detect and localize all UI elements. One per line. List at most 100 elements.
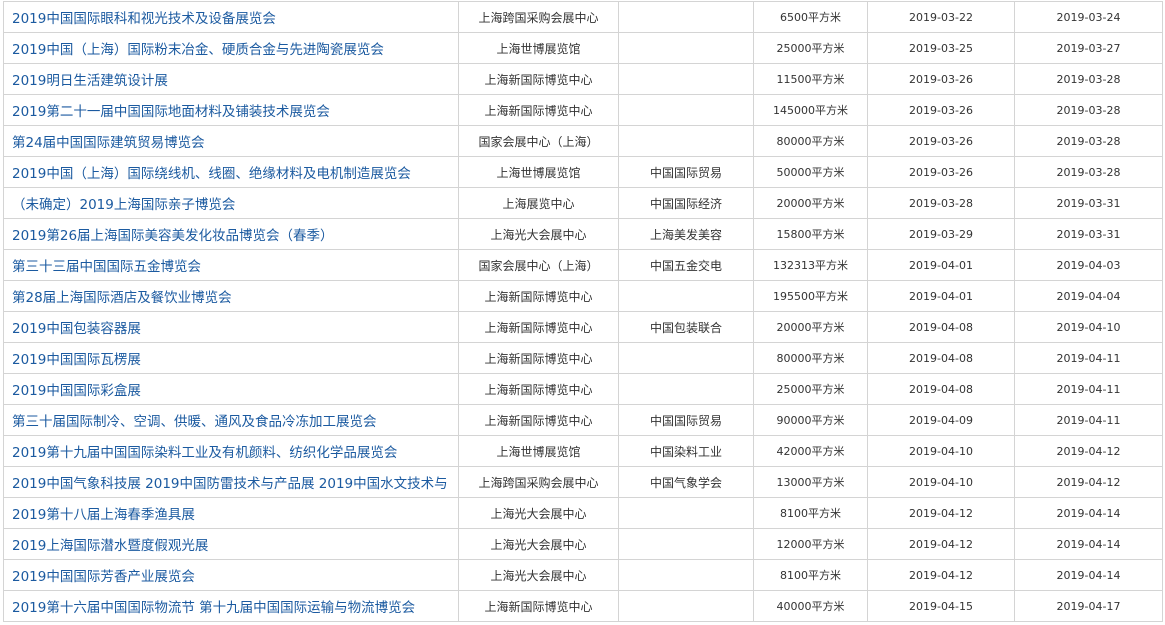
exhibition-name-link[interactable]: 第三十三届中国国际五金博览会 — [12, 259, 201, 275]
area-cell: 132313平方米 — [753, 249, 868, 281]
start-date-cell: 2019-03-26 — [867, 156, 1015, 188]
exhibition-name-link[interactable]: 2019中国国际彩盒展 — [12, 383, 141, 399]
exhibition-name-cell: （未确定）2019上海国际亲子博览会 — [3, 187, 459, 219]
exhibition-name-link[interactable]: 2019明日生活建筑设计展 — [12, 73, 168, 89]
exhibition-name-link[interactable]: 第24届中国国际建筑贸易博览会 — [12, 135, 205, 151]
organizer-cell: 中国国际贸易 — [618, 404, 754, 436]
start-date-cell: 2019-04-08 — [867, 342, 1015, 374]
venue-cell: 上海跨国采购会展中心 — [458, 1, 619, 33]
table-row: 2019第十九届中国国际染料工业及有机颜料、纺织化学品展览会 上海世博展览馆 中国染… — [3, 435, 1163, 467]
venue-cell: 上海新国际博览中心 — [458, 373, 619, 405]
organizer-cell: 中国包装联合 — [618, 311, 754, 343]
exhibition-name-link[interactable]: 2019第十八届上海春季渔具展 — [12, 507, 195, 523]
area-cell: 145000平方米 — [753, 94, 868, 126]
exhibition-name-link[interactable]: 2019中国（上海）国际粉末冶金、硬质合金与先进陶瓷展览会 — [12, 42, 384, 58]
area-cell: 80000平方米 — [753, 125, 868, 157]
table-row: 2019中国国际彩盒展 上海新国际博览中心 25000平方米 2019-04-08 20… — [3, 373, 1163, 405]
end-date-cell: 2019-03-28 — [1014, 63, 1163, 95]
exhibition-name-cell: 2019中国气象科技展 2019中国防雷技术与产品展 2019中国水文技术与 — [3, 466, 459, 498]
exhibition-name-link[interactable]: 第三十届国际制冷、空调、供暖、通风及食品冷冻加工展览会 — [12, 414, 377, 430]
organizer-cell — [618, 125, 754, 157]
end-date-cell: 2019-04-11 — [1014, 373, 1163, 405]
organizer-cell: 中国染料工业 — [618, 435, 754, 467]
venue-cell: 国家会展中心（上海） — [458, 125, 619, 157]
end-date-cell: 2019-04-14 — [1014, 559, 1163, 591]
table-row: 第28届上海国际酒店及餐饮业博览会 上海新国际博览中心 195500平方米 2019-… — [3, 280, 1163, 312]
area-cell: 90000平方米 — [753, 404, 868, 436]
venue-cell: 上海新国际博览中心 — [458, 342, 619, 374]
venue-cell: 上海新国际博览中心 — [458, 590, 619, 622]
end-date-cell: 2019-03-31 — [1014, 218, 1163, 250]
start-date-cell: 2019-04-01 — [867, 249, 1015, 281]
exhibition-name-link[interactable]: 2019中国国际瓦楞展 — [12, 352, 141, 368]
start-date-cell: 2019-04-08 — [867, 373, 1015, 405]
end-date-cell: 2019-04-11 — [1014, 342, 1163, 374]
exhibition-name-link[interactable]: 2019中国国际眼科和视光技术及设备展览会 — [12, 11, 276, 27]
end-date-cell: 2019-03-27 — [1014, 32, 1163, 64]
table-row: 2019第二十一届中国国际地面材料及铺装技术展览会 上海新国际博览中心 145000… — [3, 94, 1163, 126]
area-cell: 40000平方米 — [753, 590, 868, 622]
start-date-cell: 2019-04-15 — [867, 590, 1015, 622]
area-cell: 13000平方米 — [753, 466, 868, 498]
exhibition-name-link[interactable]: 2019第十六届中国国际物流节 第十九届中国国际运输与物流博览会 — [12, 600, 415, 616]
start-date-cell: 2019-03-26 — [867, 125, 1015, 157]
exhibition-name-link[interactable]: 第28届上海国际酒店及餐饮业博览会 — [12, 290, 232, 306]
exhibition-name-cell: 2019中国（上海）国际绕线机、线圈、绝缘材料及电机制造展览会 — [3, 156, 459, 188]
organizer-cell — [618, 373, 754, 405]
exhibition-name-link[interactable]: （未确定）2019上海国际亲子博览会 — [12, 197, 235, 213]
organizer-cell — [618, 342, 754, 374]
organizer-cell: 上海美发美容 — [618, 218, 754, 250]
exhibition-name-link[interactable]: 2019第二十一届中国国际地面材料及铺装技术展览会 — [12, 104, 330, 120]
end-date-cell: 2019-04-04 — [1014, 280, 1163, 312]
venue-cell: 上海光大会展中心 — [458, 559, 619, 591]
venue-cell: 上海新国际博览中心 — [458, 311, 619, 343]
venue-cell: 上海光大会展中心 — [458, 218, 619, 250]
table-row: 2019中国包装容器展 上海新国际博览中心 中国包装联合 20000平方米 2019-0… — [3, 311, 1163, 343]
organizer-cell — [618, 559, 754, 591]
organizer-cell — [618, 63, 754, 95]
exhibition-name-link[interactable]: 2019第26届上海国际美容美发化妆品博览会（春季） — [12, 228, 334, 244]
exhibition-name-link[interactable]: 2019第十九届中国国际染料工业及有机颜料、纺织化学品展览会 — [12, 445, 397, 461]
venue-cell: 上海世博展览馆 — [458, 156, 619, 188]
exhibition-name-cell: 2019第十八届上海春季渔具展 — [3, 497, 459, 529]
end-date-cell: 2019-04-03 — [1014, 249, 1163, 281]
end-date-cell: 2019-04-11 — [1014, 404, 1163, 436]
venue-cell: 国家会展中心（上海） — [458, 249, 619, 281]
venue-cell: 上海跨国采购会展中心 — [458, 466, 619, 498]
start-date-cell: 2019-03-22 — [867, 1, 1015, 33]
area-cell: 8100平方米 — [753, 559, 868, 591]
end-date-cell: 2019-03-31 — [1014, 187, 1163, 219]
end-date-cell: 2019-04-12 — [1014, 435, 1163, 467]
exhibition-name-link[interactable]: 2019中国气象科技展 2019中国防雷技术与产品展 2019中国水文技术与 — [12, 476, 448, 492]
start-date-cell: 2019-04-12 — [867, 497, 1015, 529]
end-date-cell: 2019-04-14 — [1014, 528, 1163, 560]
organizer-cell: 中国国际经济 — [618, 187, 754, 219]
organizer-cell — [618, 497, 754, 529]
table-row: 2019明日生活建筑设计展 上海新国际博览中心 11500平方米 2019-03-26… — [3, 63, 1163, 95]
exhibition-name-link[interactable]: 2019上海国际潜水暨度假观光展 — [12, 538, 208, 554]
end-date-cell: 2019-03-28 — [1014, 94, 1163, 126]
start-date-cell: 2019-03-26 — [867, 63, 1015, 95]
exhibition-name-cell: 2019中国（上海）国际粉末冶金、硬质合金与先进陶瓷展览会 — [3, 32, 459, 64]
table-row: 2019第26届上海国际美容美发化妆品博览会（春季） 上海光大会展中心 上海美发美容… — [3, 218, 1163, 250]
start-date-cell: 2019-04-09 — [867, 404, 1015, 436]
area-cell: 25000平方米 — [753, 32, 868, 64]
start-date-cell: 2019-04-01 — [867, 280, 1015, 312]
table-row: 第三十三届中国国际五金博览会 国家会展中心（上海） 中国五金交电 132313平方米 2… — [3, 249, 1163, 281]
exhibition-name-link[interactable]: 2019中国（上海）国际绕线机、线圈、绝缘材料及电机制造展览会 — [12, 166, 411, 182]
start-date-cell: 2019-03-28 — [867, 187, 1015, 219]
exhibition-name-cell: 第28届上海国际酒店及餐饮业博览会 — [3, 280, 459, 312]
table-row: （未确定）2019上海国际亲子博览会 上海展览中心 中国国际经济 20000平方米 20… — [3, 187, 1163, 219]
organizer-cell: 中国国际贸易 — [618, 156, 754, 188]
table-row: 2019第十六届中国国际物流节 第十九届中国国际运输与物流博览会 上海新国际博览中… — [3, 590, 1163, 622]
exhibition-name-link[interactable]: 2019中国包装容器展 — [12, 321, 141, 337]
area-cell: 80000平方米 — [753, 342, 868, 374]
exhibition-table: 2019中国国际眼科和视光技术及设备展览会 上海跨国采购会展中心 6500平方米 20… — [3, 1, 1163, 622]
venue-cell: 上海展览中心 — [458, 187, 619, 219]
organizer-cell: 中国五金交电 — [618, 249, 754, 281]
table-row: 2019中国气象科技展 2019中国防雷技术与产品展 2019中国水文技术与 上海… — [3, 466, 1163, 498]
exhibition-name-link[interactable]: 2019中国国际芳香产业展览会 — [12, 569, 195, 585]
area-cell: 25000平方米 — [753, 373, 868, 405]
organizer-cell — [618, 590, 754, 622]
venue-cell: 上海新国际博览中心 — [458, 63, 619, 95]
